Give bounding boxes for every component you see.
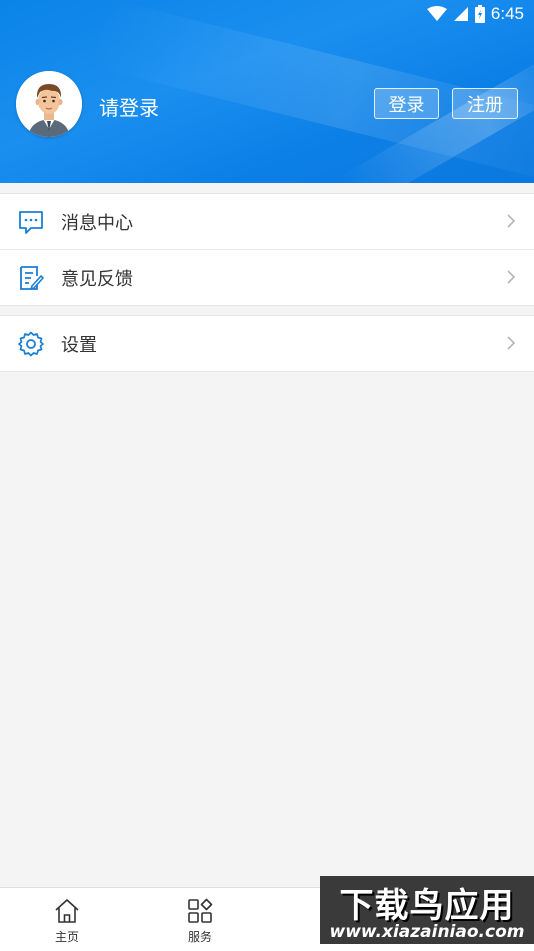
nav-tab-label: 服务 [187, 930, 212, 944]
login-button[interactable]: 登录 [374, 88, 439, 119]
menu-item-label: 消息中心 [61, 212, 133, 234]
menu-group-primary: 消息中心 意见反馈 [0, 193, 534, 306]
nav-tab-services[interactable]: 服务 [165, 888, 235, 951]
status-bar: 6:45 [426, 2, 524, 26]
menu-item-label: 设置 [61, 334, 97, 356]
feedback-icon [20, 266, 44, 290]
gear-icon [18, 331, 44, 357]
profile-header: 6:45 请登录 登录 注册 [0, 0, 534, 183]
menu-item-message-center[interactable]: 消息中心 [0, 194, 534, 249]
avatar[interactable] [16, 71, 82, 137]
chevron-right-icon [507, 270, 516, 284]
menu-item-settings[interactable]: 设置 [0, 316, 534, 371]
chevron-right-icon [507, 214, 516, 228]
nav-tab-home[interactable]: 主页 [32, 888, 102, 951]
register-button[interactable]: 注册 [452, 88, 518, 119]
watermark-title: 下载鸟应用 [339, 886, 515, 926]
home-icon [55, 899, 79, 923]
watermark-url: www.xiazainiao.com [329, 922, 525, 942]
menu-group-secondary: 设置 [0, 315, 534, 372]
battery-icon [474, 5, 485, 23]
status-time: 6:45 [490, 4, 524, 23]
chevron-right-icon [507, 336, 516, 350]
watermark: 下载鸟应用 www.xiazainiao.com [320, 876, 534, 944]
menu-item-label: 意见反馈 [61, 268, 133, 290]
services-icon [188, 898, 213, 923]
menu-item-feedback[interactable]: 意见反馈 [0, 249, 534, 305]
login-prompt[interactable]: 请登录 [99, 92, 159, 121]
message-icon [19, 211, 43, 234]
wifi-icon [426, 6, 447, 21]
signal-icon [453, 7, 468, 21]
avatar-image [16, 71, 82, 137]
nav-tab-label: 主页 [54, 930, 79, 944]
